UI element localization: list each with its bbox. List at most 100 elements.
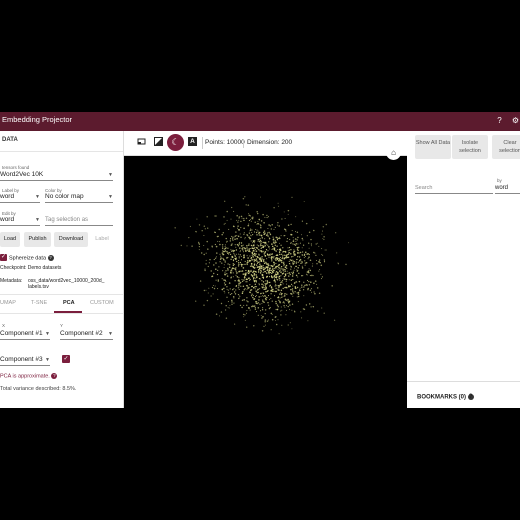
- embedding-point[interactable]: [249, 271, 251, 273]
- embedding-point[interactable]: [250, 269, 252, 271]
- embedding-point[interactable]: [230, 258, 232, 261]
- embedding-point[interactable]: [237, 245, 240, 247]
- embedding-point[interactable]: [308, 231, 311, 234]
- embedding-point[interactable]: [244, 237, 246, 238]
- embedding-point[interactable]: [291, 230, 293, 232]
- embedding-point[interactable]: [237, 265, 240, 267]
- embedding-point[interactable]: [308, 268, 310, 270]
- embedding-point[interactable]: [270, 271, 272, 274]
- embedding-point[interactable]: [296, 258, 298, 260]
- embedding-point[interactable]: [281, 309, 283, 311]
- embedding-point[interactable]: [227, 253, 230, 255]
- embedding-point[interactable]: [255, 247, 258, 249]
- embedding-point[interactable]: [276, 224, 278, 226]
- embedding-point[interactable]: [264, 319, 267, 321]
- embedding-point[interactable]: [323, 312, 325, 314]
- embedding-point[interactable]: [290, 288, 292, 291]
- embedding-point[interactable]: [262, 276, 265, 279]
- embedding-point[interactable]: [281, 293, 283, 295]
- embedding-point[interactable]: [263, 269, 265, 271]
- embedding-point[interactable]: [295, 241, 297, 243]
- embedding-point[interactable]: [248, 232, 250, 235]
- embedding-point[interactable]: [298, 272, 300, 274]
- embedding-point[interactable]: [305, 222, 308, 225]
- embedding-point[interactable]: [262, 295, 264, 296]
- embedding-point[interactable]: [243, 255, 245, 257]
- embedding-point[interactable]: [210, 270, 212, 272]
- embedding-point[interactable]: [247, 260, 249, 262]
- embedding-point[interactable]: [271, 269, 273, 271]
- embedding-point[interactable]: [322, 254, 324, 256]
- embedding-point[interactable]: [254, 308, 257, 310]
- label-button[interactable]: Label: [91, 232, 113, 247]
- embedding-point[interactable]: [250, 240, 252, 242]
- embedding-point[interactable]: [259, 238, 261, 240]
- embedding-point[interactable]: [348, 242, 350, 244]
- embedding-point[interactable]: [263, 285, 264, 287]
- embedding-point[interactable]: [259, 303, 261, 305]
- embedding-point[interactable]: [243, 289, 245, 291]
- embedding-point[interactable]: [260, 196, 261, 198]
- embedding-point[interactable]: [249, 237, 251, 239]
- embedding-point[interactable]: [261, 330, 264, 332]
- embedding-point[interactable]: [277, 288, 279, 290]
- embedding-point[interactable]: [265, 288, 267, 290]
- embedding-point[interactable]: [256, 300, 258, 303]
- embedding-point[interactable]: [240, 236, 242, 238]
- embedding-point[interactable]: [323, 238, 325, 241]
- embedding-point[interactable]: [246, 255, 248, 257]
- embedding-point[interactable]: [272, 238, 275, 240]
- embedding-point[interactable]: [241, 217, 243, 219]
- embedding-point[interactable]: [237, 221, 239, 223]
- embedding-point[interactable]: [280, 281, 282, 283]
- embedding-point[interactable]: [293, 243, 295, 246]
- embedding-point[interactable]: [255, 229, 256, 230]
- embedding-point[interactable]: [206, 216, 208, 218]
- embedding-point[interactable]: [263, 231, 265, 233]
- embedding-point[interactable]: [292, 291, 294, 293]
- embedding-point[interactable]: [224, 260, 226, 262]
- embedding-point[interactable]: [255, 280, 257, 282]
- embedding-point[interactable]: [271, 256, 274, 258]
- embedding-point[interactable]: [283, 276, 286, 278]
- embedding-point[interactable]: [236, 237, 238, 240]
- embedding-point[interactable]: [222, 270, 224, 272]
- embedding-point[interactable]: [287, 247, 289, 249]
- embedding-point[interactable]: [275, 284, 277, 286]
- embedding-point[interactable]: [303, 201, 305, 202]
- embedding-point[interactable]: [321, 276, 324, 278]
- embedding-point[interactable]: [286, 270, 288, 272]
- embedding-point[interactable]: [271, 260, 273, 262]
- embedding-point[interactable]: [235, 246, 237, 248]
- embedding-point[interactable]: [234, 280, 236, 282]
- embedding-point[interactable]: [323, 236, 325, 238]
- embedding-point[interactable]: [243, 304, 245, 306]
- embedding-point[interactable]: [268, 282, 270, 284]
- embedding-point[interactable]: [233, 210, 235, 212]
- embedding-point[interactable]: [290, 292, 292, 295]
- embedding-point[interactable]: [212, 272, 215, 275]
- embedding-point[interactable]: [293, 249, 295, 251]
- embedding-point[interactable]: [254, 305, 256, 307]
- embedding-point[interactable]: [275, 274, 278, 276]
- embedding-point[interactable]: [298, 256, 301, 258]
- embedding-point[interactable]: [331, 285, 333, 287]
- embedding-point[interactable]: [281, 261, 283, 264]
- embedding-point[interactable]: [252, 254, 254, 256]
- embedding-point[interactable]: [206, 299, 209, 302]
- embedding-point[interactable]: [293, 239, 295, 241]
- embedding-point[interactable]: [301, 251, 304, 253]
- projection-viewport[interactable]: ☾ A Points: 10000 Dimension: 200 ⌂: [124, 131, 407, 408]
- embedding-point[interactable]: [259, 219, 261, 221]
- embedding-point[interactable]: [282, 270, 284, 272]
- embedding-point[interactable]: [256, 302, 258, 305]
- embedding-point[interactable]: [240, 242, 243, 244]
- embedding-point[interactable]: [270, 286, 273, 288]
- embedding-point[interactable]: [270, 264, 272, 267]
- embedding-point[interactable]: [275, 300, 277, 303]
- embedding-point[interactable]: [268, 241, 270, 243]
- embedding-point[interactable]: [274, 273, 277, 275]
- embedding-point[interactable]: [296, 263, 297, 264]
- embedding-point[interactable]: [257, 271, 260, 273]
- embedding-point[interactable]: [246, 263, 248, 265]
